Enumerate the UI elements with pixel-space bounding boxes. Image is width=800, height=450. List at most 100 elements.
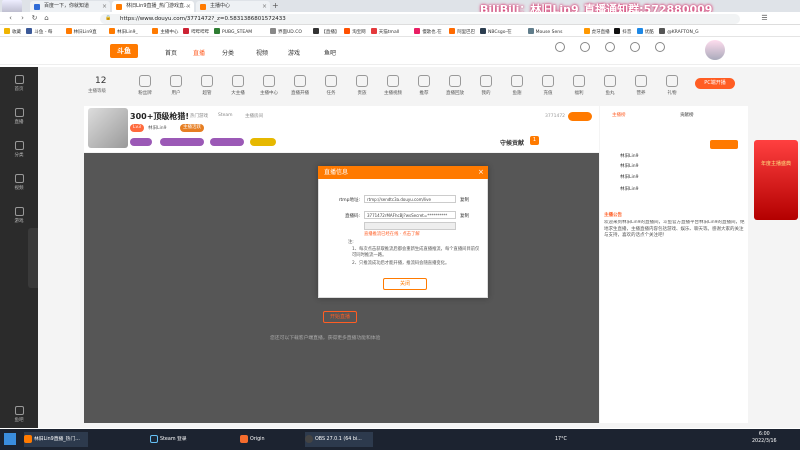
extensions-icon[interactable]: ☰ bbox=[760, 14, 769, 23]
feature-icon-item[interactable]: 大主播 bbox=[223, 73, 253, 96]
browser-tab-active[interactable]: 林旧Lin9直播_热门游戏直... × bbox=[112, 1, 194, 12]
feature-icon-item[interactable]: 粉丝牌 bbox=[130, 73, 160, 96]
breadcrumb-item[interactable]: Steam bbox=[218, 113, 233, 118]
breadcrumb-item[interactable]: 热门游戏 bbox=[190, 113, 208, 119]
taskbar-item-browser[interactable]: 林旧Lin9直播_热门... bbox=[24, 432, 88, 447]
taskbar-item-origin[interactable]: Origin bbox=[240, 432, 300, 447]
bookmark-item[interactable]: 慢歌也.在 bbox=[414, 28, 442, 37]
close-icon[interactable]: × bbox=[262, 1, 267, 12]
feature-icon-item[interactable]: 充值 bbox=[533, 73, 563, 96]
bookmark-item[interactable]: @KRAFTON_G bbox=[659, 28, 699, 37]
back-icon[interactable]: ‹ bbox=[6, 14, 15, 23]
header-icon[interactable] bbox=[655, 42, 665, 53]
feature-icon-item[interactable]: 鱼丸 bbox=[595, 73, 625, 96]
header-icon[interactable] bbox=[630, 42, 640, 53]
home-icon[interactable]: ⌂ bbox=[42, 14, 51, 23]
contrib-label[interactable]: 守候贡献 bbox=[500, 138, 524, 147]
feature-icon-item[interactable]: 直播回放 bbox=[440, 73, 470, 96]
user-avatar[interactable] bbox=[705, 40, 725, 60]
tab-anchor-rank[interactable]: 主播榜 bbox=[612, 112, 626, 118]
browser-tab[interactable]: 百度一下，你就知道 × bbox=[30, 1, 110, 12]
douyu-logo[interactable]: 斗鱼 bbox=[110, 44, 138, 58]
stream-code-field[interactable]: 3771472rMAFhcBJ?wsSecret=********** bbox=[364, 211, 456, 219]
sidebar-item-game[interactable]: 游戏 bbox=[6, 207, 32, 224]
start-live-button[interactable]: 开始直播 bbox=[323, 311, 357, 323]
bookmark-item[interactable]: 淘宝网 bbox=[344, 28, 366, 37]
nav-home[interactable]: 首页 bbox=[165, 48, 177, 57]
rtmp-address-field[interactable]: rtmp://sendtc3a.douyu.com/live bbox=[364, 195, 456, 203]
url-input[interactable]: https://www.douyu.com/3771472?_z=0.58313… bbox=[100, 14, 740, 24]
breadcrumb-item[interactable]: 主播房间 bbox=[245, 113, 263, 119]
sidebar-item-video[interactable]: 视频 bbox=[6, 174, 32, 191]
header-icon[interactable] bbox=[605, 42, 615, 53]
close-icon[interactable]: × bbox=[102, 1, 107, 12]
nav-video[interactable]: 视频 bbox=[256, 48, 268, 57]
browser-tab[interactable]: 主播中心 × bbox=[196, 1, 270, 12]
weather-temp[interactable]: 17°C bbox=[555, 437, 567, 442]
bookmark-item[interactable]: 虎牙直播 bbox=[583, 28, 610, 37]
nav-fishbar[interactable]: 鱼吧 bbox=[324, 48, 336, 57]
rank-item[interactable]: 林旧Lin9 bbox=[620, 174, 638, 180]
feature-icon-item[interactable]: 礼物 bbox=[657, 73, 687, 96]
sidebar-item-live[interactable]: 直播 bbox=[6, 108, 32, 125]
bookmark-item[interactable]: 林旧Lin9_ bbox=[109, 28, 138, 37]
sidebar-item-category[interactable]: 分类 bbox=[6, 141, 32, 158]
copy-code-button[interactable]: 复制 bbox=[460, 213, 469, 219]
bookmark-item[interactable]: 天猫tmall bbox=[370, 28, 399, 37]
rank-action-button[interactable] bbox=[710, 140, 738, 149]
room-avatar[interactable] bbox=[88, 108, 128, 148]
follow-button[interactable] bbox=[568, 112, 592, 121]
rank-item[interactable]: 林旧Lin9 bbox=[620, 186, 638, 192]
pc-live-button[interactable]: PC端开播 bbox=[695, 78, 735, 89]
copy-rtmp-button[interactable]: 复制 bbox=[460, 197, 469, 203]
header-icon[interactable] bbox=[555, 42, 565, 53]
feature-icon-item[interactable]: 用户 bbox=[161, 73, 191, 96]
bookmark-item[interactable]: 主播中心 bbox=[152, 28, 178, 37]
bookmark-item[interactable]: Mouse Sens bbox=[527, 28, 562, 37]
bookmark-item[interactable]: 界面UD.CO bbox=[270, 28, 302, 37]
bookmark-item[interactable]: 抖音 bbox=[614, 28, 631, 37]
tab-contrib-rank[interactable]: 贡献榜 bbox=[680, 112, 694, 118]
sidebar-item-home[interactable]: 首页 bbox=[6, 75, 32, 92]
bookmark-item[interactable]: PUBG_STEAM bbox=[214, 28, 252, 37]
rank-item[interactable]: 林旧Lin9 bbox=[620, 163, 638, 169]
stream-status-text[interactable]: 直播推流已经在线 · 点击了解 bbox=[364, 232, 420, 238]
forward-icon[interactable]: › bbox=[18, 14, 27, 23]
bookmark-item[interactable]: 斗鱼 - 每 bbox=[26, 28, 52, 37]
feature-icon-item[interactable]: 直播开播 bbox=[285, 73, 315, 96]
bookmark-item[interactable]: 哔哔哔哔 bbox=[183, 28, 209, 37]
feature-icon-item[interactable]: 任务 bbox=[316, 73, 346, 96]
sidebar-collapse-handle[interactable] bbox=[28, 228, 38, 288]
system-clock[interactable]: 6:00 2022/3/16 bbox=[752, 431, 777, 445]
anchor-name[interactable]: 林旧Lin9 bbox=[148, 125, 166, 131]
taskbar-item-steam[interactable]: Steam 登录 bbox=[150, 432, 214, 447]
bookmark-item[interactable]: 林旧Lin9直 bbox=[65, 28, 97, 37]
close-icon[interactable]: × bbox=[478, 166, 484, 179]
feature-icon-item[interactable]: 福利 bbox=[564, 73, 594, 96]
rank-item[interactable]: 林旧Lin9 bbox=[620, 153, 638, 159]
bookmark-item[interactable]: 优酷 bbox=[636, 28, 654, 37]
feature-icon-item[interactable]: 贵族 bbox=[347, 73, 377, 96]
feature-icon-item[interactable]: 我的 bbox=[471, 73, 501, 96]
header-icon[interactable] bbox=[580, 42, 590, 53]
new-tab-icon[interactable]: + bbox=[272, 1, 279, 10]
bookmark-item[interactable]: 【直播】 bbox=[313, 28, 339, 37]
stream-code-scrollbar[interactable] bbox=[364, 222, 456, 230]
modal-close-button[interactable]: 关闭 bbox=[383, 278, 427, 290]
nav-live[interactable]: 直播 bbox=[193, 48, 205, 57]
feature-icon-item[interactable]: 主播中心 bbox=[254, 73, 284, 96]
nav-game[interactable]: 游戏 bbox=[288, 48, 300, 57]
taskbar-item-obs[interactable]: OBS 27.0.1 (64 bi... bbox=[305, 432, 373, 447]
close-icon[interactable]: × bbox=[186, 1, 191, 12]
feature-icon-item[interactable]: 鱼翅 bbox=[502, 73, 532, 96]
feature-icon-item[interactable]: 主播视频 bbox=[378, 73, 408, 96]
feature-icon-item[interactable]: 推荐 bbox=[409, 73, 439, 96]
feature-icon-item[interactable]: 营养 bbox=[626, 73, 656, 96]
bookmark-item[interactable]: 阿里巴巴 bbox=[449, 28, 475, 37]
bookmark-item[interactable]: 收藏 bbox=[4, 28, 21, 37]
client-download-hint[interactable]: 您还可以下载客户端直播，获得更多直播功能和体验 bbox=[270, 334, 380, 341]
refresh-icon[interactable]: ↻ bbox=[30, 14, 39, 23]
feature-icon-item[interactable]: 超管 bbox=[192, 73, 222, 96]
sidebar-item-fishbar[interactable]: 鱼吧 bbox=[6, 406, 32, 423]
event-banner[interactable] bbox=[754, 140, 798, 220]
